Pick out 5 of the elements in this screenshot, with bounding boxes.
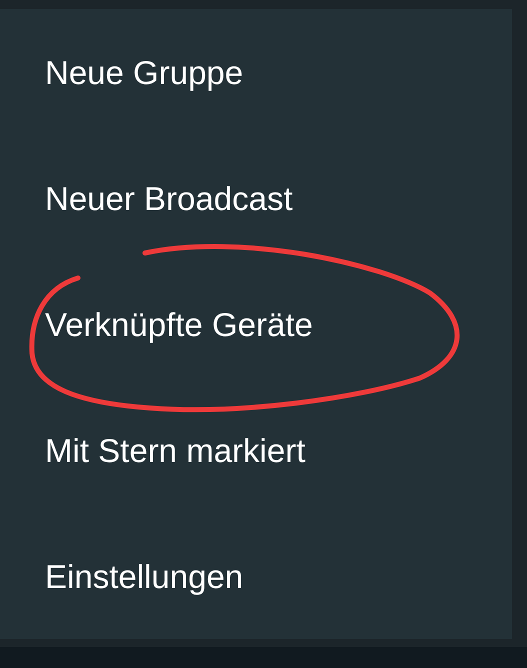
menu-item[interactable]: Neue Gruppe: [45, 56, 244, 88]
menu-item[interactable]: Neuer Broadcast: [45, 182, 293, 214]
menu-item[interactable]: Mit Stern markiert: [45, 434, 306, 466]
menu-item[interactable]: Verknüpfte Geräte: [45, 308, 313, 340]
menu-item[interactable]: Einstellungen: [45, 560, 244, 592]
